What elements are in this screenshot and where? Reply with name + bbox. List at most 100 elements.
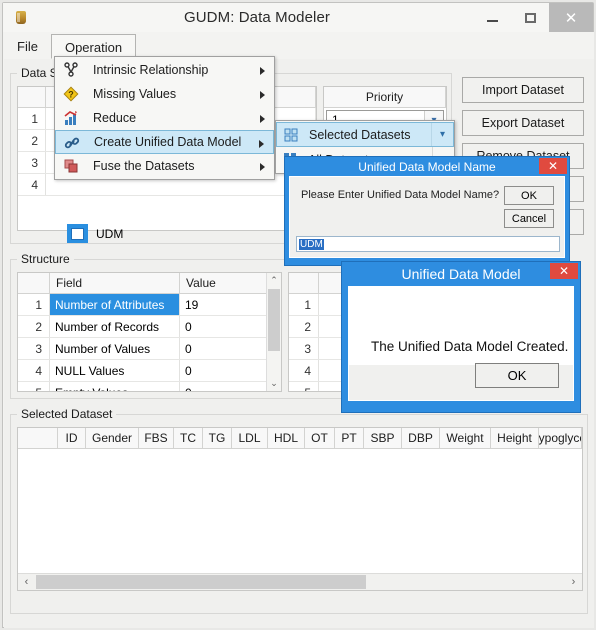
column-header-priority: Priority — [324, 87, 446, 107]
window-controls: ✕ — [473, 3, 593, 32]
submenu-arrow-icon — [260, 163, 265, 171]
column-header-pt: PT — [335, 428, 364, 448]
structure-table[interactable]: Field Value 1 Number of Attributes 19 2 … — [17, 272, 282, 392]
row-number: 1 — [18, 294, 50, 315]
graph-icon — [63, 62, 79, 78]
menu-bar: File Operation — [4, 32, 594, 59]
row-number: 4 — [18, 360, 50, 381]
row-number: 2 — [18, 130, 46, 151]
menu-file[interactable]: File — [4, 32, 51, 59]
submenu-arrow-icon — [260, 67, 265, 75]
maximize-button[interactable] — [511, 3, 549, 32]
structure-vertical-scrollbar[interactable]: ⌃ ⌄ — [266, 273, 281, 391]
column-header-ot: OT — [305, 428, 335, 448]
row-field: Number of Values — [50, 338, 180, 359]
selected-dataset-horizontal-scrollbar[interactable]: ‹ › — [18, 573, 582, 590]
jar-icon — [13, 9, 31, 27]
column-header-tc: TC — [174, 428, 203, 448]
scrollbar-thumb[interactable] — [268, 289, 280, 351]
bar-chart-icon — [63, 110, 79, 126]
udm-name-dialog: Unified Data Model Name ✕ Please Enter U… — [284, 156, 570, 266]
close-icon[interactable]: ✕ — [550, 263, 578, 279]
svg-text:?: ? — [68, 90, 74, 100]
title-bar: GUDM: Data Modeler ✕ — [3, 3, 593, 32]
dialog-prompt: Please Enter Unified Data Model Name? — [301, 189, 500, 201]
menu-item-reduce[interactable]: Reduce — [55, 106, 274, 130]
question-diamond-icon: ? — [63, 86, 79, 102]
column-header-height: Height — [491, 428, 539, 448]
cancel-button[interactable]: Cancel — [504, 209, 554, 228]
column-header-rownum — [18, 87, 46, 107]
row-number: 5 — [18, 382, 50, 391]
selected-dataset-table-header: ID Gender FBS TC TG LDL HDL OT PT SBP DB… — [18, 428, 582, 449]
column-header-sbp: SBP — [364, 428, 402, 448]
row-number: 1 — [289, 294, 319, 315]
column-header-rownum — [289, 273, 319, 293]
structure-table-header: Field Value — [18, 273, 281, 294]
scroll-left-icon[interactable]: ‹ — [18, 574, 35, 590]
scrollbar-thumb[interactable] — [36, 575, 366, 589]
link-chain-icon — [64, 135, 80, 151]
row-number: 4 — [18, 174, 46, 195]
udm-created-dialog: Unified Data Model ✕ The Unified Data Mo… — [341, 261, 581, 413]
close-button[interactable]: ✕ — [549, 3, 593, 32]
scroll-down-icon[interactable]: ⌄ — [267, 376, 281, 391]
udm-name-input-value: UDM — [299, 238, 324, 250]
dialog-body: The Unified Data Model Created. OK — [348, 286, 574, 401]
menu-item-label: Missing Values — [93, 87, 177, 101]
udm-name-input[interactable]: UDM — [296, 236, 560, 252]
menu-item-fuse-the-datasets[interactable]: Fuse the Datasets — [55, 154, 274, 178]
table-row[interactable]: 2 Number of Records 0 — [18, 316, 281, 338]
row-number: 3 — [289, 338, 319, 359]
ok-button[interactable]: OK — [504, 186, 554, 205]
export-dataset-button[interactable]: Export Dataset — [462, 110, 584, 136]
close-icon[interactable]: ✕ — [539, 158, 567, 174]
menu-item-label: Create Unified Data Model — [94, 135, 242, 149]
row-field: Number of Attributes — [50, 294, 180, 315]
column-header-tg: TG — [203, 428, 232, 448]
selected-dataset-panel: Selected Dataset ID Gender FBS TC TG LDL… — [10, 407, 588, 614]
application-window: GUDM: Data Modeler ✕ File Operation Data… — [0, 0, 596, 630]
table-row[interactable]: 4 NULL Values 0 — [18, 360, 281, 382]
column-header-rownum — [18, 428, 58, 448]
table-row[interactable]: 1 Number of Attributes 19 — [18, 294, 281, 316]
row-number: 5 — [289, 382, 319, 391]
submenu-item-selected-datasets[interactable]: Selected Datasets ▾ — [276, 122, 454, 147]
checkbox-icon[interactable] — [67, 224, 88, 243]
import-dataset-button[interactable]: Import Dataset — [462, 77, 584, 103]
row-number: 3 — [18, 152, 46, 173]
column-header-hdl: HDL — [268, 428, 305, 448]
chevron-down-icon[interactable]: ▾ — [431, 123, 453, 146]
minimize-button[interactable] — [473, 3, 511, 32]
dialog-title-bar: Unified Data Model ✕ — [342, 262, 580, 286]
dialog-body: Please Enter Unified Data Model Name? OK… — [289, 176, 565, 258]
structure-legend: Structure — [17, 252, 74, 266]
menu-item-intrinsic-relationship[interactable]: Intrinsic Relationship — [55, 58, 274, 82]
operation-dropdown-menu[interactable]: Intrinsic Relationship ? Missing Values — [54, 56, 275, 180]
udm-checkbox-row[interactable]: UDM — [67, 222, 267, 245]
column-header-rownum — [18, 273, 50, 293]
dialog-title-bar: Unified Data Model Name ✕ — [285, 157, 569, 176]
udm-label: UDM — [96, 226, 124, 241]
menu-item-label: Reduce — [93, 111, 137, 125]
submenu-item-label: Selected Datasets — [309, 127, 411, 142]
scroll-up-icon[interactable]: ⌃ — [267, 273, 281, 288]
menu-item-label: Fuse the Datasets — [93, 159, 195, 173]
column-header-gender: Gender — [86, 428, 139, 448]
submenu-arrow-icon — [259, 140, 264, 148]
dialog-title: Unified Data Model — [401, 266, 521, 282]
table-row[interactable]: 3 Number of Values 0 — [18, 338, 281, 360]
column-header-id: ID — [58, 428, 86, 448]
selected-dataset-table[interactable]: ID Gender FBS TC TG LDL HDL OT PT SBP DB… — [17, 427, 583, 591]
table-row[interactable]: 5 Empty Values 0 — [18, 382, 281, 391]
row-number: 1 — [18, 108, 46, 129]
row-field: Number of Records — [50, 316, 180, 337]
scroll-right-icon[interactable]: › — [565, 574, 582, 590]
ok-button[interactable]: OK — [475, 363, 559, 388]
row-field: NULL Values — [50, 360, 180, 381]
menu-item-missing-values[interactable]: ? Missing Values — [55, 82, 274, 106]
column-header-dbp: DBP — [402, 428, 440, 448]
menu-item-create-unified-data-model[interactable]: Create Unified Data Model — [55, 130, 274, 154]
column-header-weight: Weight — [440, 428, 491, 448]
window-frame: GUDM: Data Modeler ✕ File Operation Data… — [2, 2, 594, 628]
